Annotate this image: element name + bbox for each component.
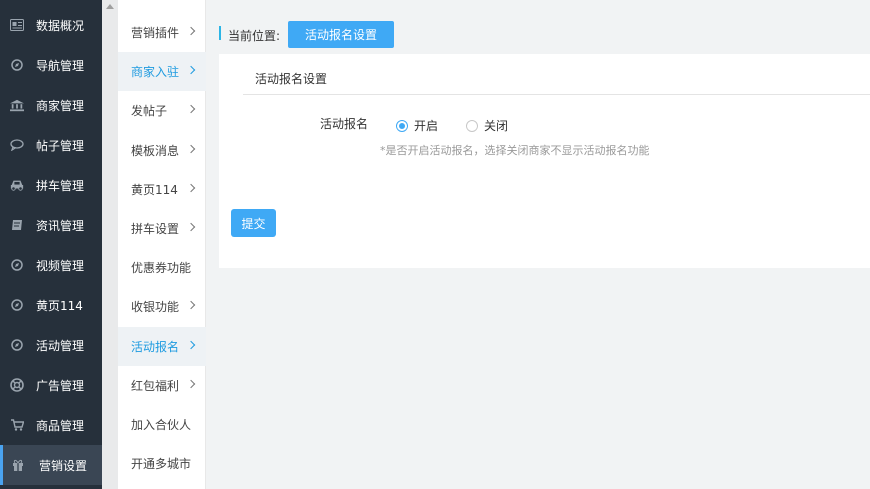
sidebar-item-activities[interactable]: 活动管理 xyxy=(0,325,102,365)
sidebar-item-posts[interactable]: 帖子管理 xyxy=(0,125,102,165)
divider xyxy=(243,94,870,95)
activity-signup-label: 活动报名 xyxy=(320,117,369,131)
submenu-item-red-packet[interactable]: 红包福利 xyxy=(118,366,206,405)
sidebar-item-label: 导航管理 xyxy=(36,59,85,73)
book-icon xyxy=(10,218,24,232)
main-sidebar: 数据概况 导航管理 商家管理 帖子管理 拼车管理 资讯管理 视频管理 黄页114… xyxy=(0,0,102,489)
sidebar-item-label: 资讯管理 xyxy=(36,219,85,233)
bank-icon xyxy=(10,98,24,112)
sidebar-item-ads[interactable]: 广告管理 xyxy=(0,365,102,405)
submit-button[interactable]: 提交 xyxy=(231,209,276,237)
sidebar-item-label: 黄页114 xyxy=(36,299,83,313)
lifebuoy-icon xyxy=(10,378,24,392)
chevron-right-icon xyxy=(186,379,196,389)
chevron-right-icon xyxy=(186,26,196,36)
sidebar-item-products[interactable]: 商品管理 xyxy=(0,405,102,445)
gift-icon xyxy=(11,458,25,472)
submenu-item-cashier[interactable]: 收银功能 xyxy=(118,287,206,326)
panel-title: 活动报名设置 xyxy=(255,72,328,86)
help-text: *是否开启活动报名，选择关闭商家不显示活动报名功能 xyxy=(380,144,650,157)
settings-panel: 活动报名设置 活动报名 开启 关闭 *是否开启活动报名，选择关闭商家不显示活动报… xyxy=(219,54,870,268)
submenu-item-post[interactable]: 发帖子 xyxy=(118,91,206,130)
compass-icon xyxy=(10,338,24,352)
submenu-item-marketing-plugins[interactable]: 营销插件 xyxy=(118,13,206,52)
submenu-item-yellowpages[interactable]: 黄页114 xyxy=(118,170,206,209)
cart-icon xyxy=(10,418,24,432)
submenu-item-label: 优惠券功能 xyxy=(131,261,192,275)
submenu-item-label: 加入合伙人 xyxy=(131,418,192,432)
submenu-item-label: 营销插件 xyxy=(131,26,180,40)
chevron-right-icon xyxy=(186,222,196,232)
sidebar-item-yellowpages[interactable]: 黄页114 xyxy=(0,285,102,325)
sidebar-item-label: 商品管理 xyxy=(36,419,85,433)
submenu-item-join-partner[interactable]: 加入合伙人 xyxy=(118,405,206,444)
submenu-scrollbar[interactable] xyxy=(102,0,118,489)
submenu-item-label: 开通多城市 xyxy=(131,457,192,471)
sidebar-item-navigation[interactable]: 导航管理 xyxy=(0,45,102,85)
comment-icon xyxy=(10,138,24,152)
sidebar-item-label: 帖子管理 xyxy=(36,139,85,153)
breadcrumb-label: 当前位置: xyxy=(228,29,281,43)
submenu-item-label: 商家入驻 xyxy=(131,65,180,79)
sidebar-item-label: 数据概况 xyxy=(36,19,85,33)
sidebar-item-merchants[interactable]: 商家管理 xyxy=(0,85,102,125)
chevron-right-icon xyxy=(186,65,196,75)
submenu-item-label: 收银功能 xyxy=(131,300,180,314)
submenu-item-label: 模板消息 xyxy=(131,144,180,158)
submenu-item-merchant-entry[interactable]: 商家入驻 xyxy=(118,52,206,91)
compass-icon xyxy=(10,58,24,72)
chevron-right-icon xyxy=(186,144,196,154)
sidebar-item-label: 活动管理 xyxy=(36,339,85,353)
chevron-right-icon xyxy=(186,340,196,350)
sidebar-item-label: 拼车管理 xyxy=(36,179,85,193)
breadcrumb-marker xyxy=(219,26,221,40)
submenu-item-multi-city[interactable]: 开通多城市 xyxy=(118,444,206,483)
radio-unchecked-icon[interactable] xyxy=(466,119,478,132)
sidebar-item-label: 广告管理 xyxy=(36,379,85,393)
radio-checked-icon[interactable] xyxy=(396,119,408,132)
sidebar-item-marketing[interactable]: 营销设置 xyxy=(0,445,102,485)
submenu-item-label: 发帖子 xyxy=(131,104,168,118)
compass-icon xyxy=(10,298,24,312)
submenu: 营销插件 商家入驻 发帖子 模板消息 黄页114 拼车设置 优惠券功能 收银功能… xyxy=(118,0,206,489)
chevron-right-icon xyxy=(186,104,196,114)
sidebar-item-carpool[interactable]: 拼车管理 xyxy=(0,165,102,205)
news-icon xyxy=(10,18,24,32)
submenu-item-template-messages[interactable]: 模板消息 xyxy=(118,131,206,170)
submenu-item-coupons[interactable]: 优惠券功能 xyxy=(118,248,206,287)
sidebar-item-news[interactable]: 资讯管理 xyxy=(0,205,102,245)
radio-enable[interactable]: 开启 xyxy=(396,117,438,134)
breadcrumb-current-button[interactable]: 活动报名设置 xyxy=(288,21,394,48)
sidebar-item-label: 视频管理 xyxy=(36,259,85,273)
chevron-right-icon xyxy=(186,300,196,310)
radio-disable-label: 关闭 xyxy=(484,119,509,133)
submenu-item-label: 红包福利 xyxy=(131,379,180,393)
submenu-item-label: 拼车设置 xyxy=(131,222,180,236)
scroll-up-arrow-icon[interactable] xyxy=(106,4,114,9)
sidebar-item-video[interactable]: 视频管理 xyxy=(0,245,102,285)
submenu-item-carpool-settings[interactable]: 拼车设置 xyxy=(118,209,206,248)
radio-disable[interactable]: 关闭 xyxy=(466,117,508,134)
chevron-right-icon xyxy=(186,183,196,193)
submenu-item-label: 活动报名 xyxy=(131,340,180,354)
car-icon xyxy=(10,178,24,192)
submenu-item-activity-signup[interactable]: 活动报名 xyxy=(118,327,206,366)
sidebar-item-label: 营销设置 xyxy=(39,459,88,473)
radio-enable-label: 开启 xyxy=(414,119,439,133)
sidebar-item-data-overview[interactable]: 数据概况 xyxy=(0,5,102,45)
sidebar-item-label: 商家管理 xyxy=(36,99,85,113)
submenu-item-label: 黄页114 xyxy=(131,183,178,197)
compass-icon xyxy=(10,258,24,272)
